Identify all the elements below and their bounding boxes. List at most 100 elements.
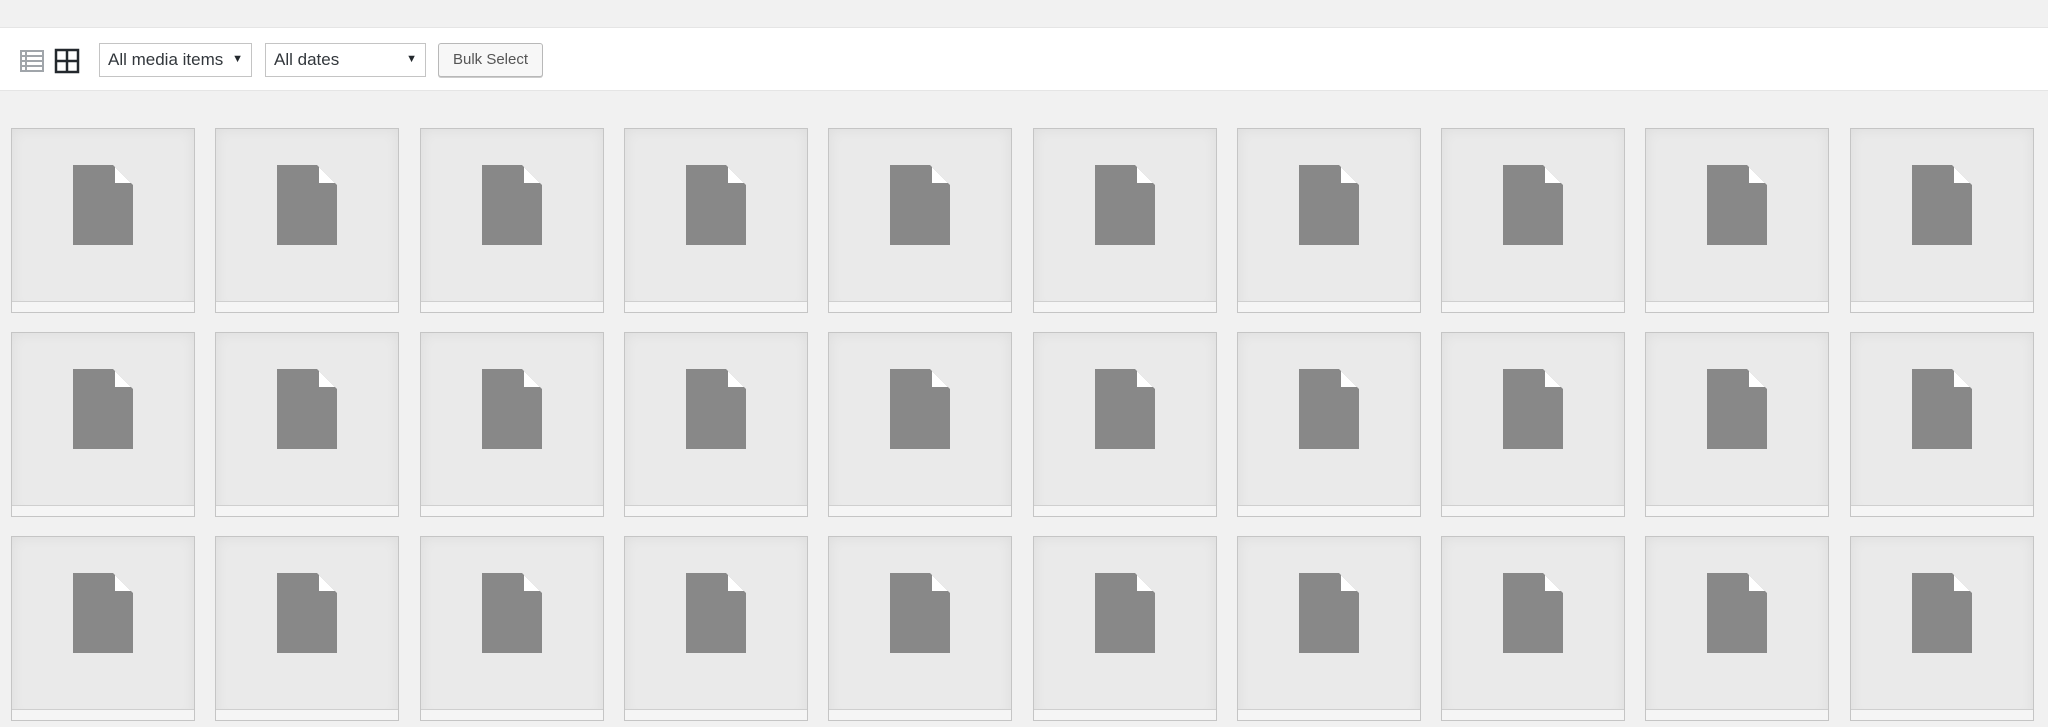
media-item[interactable] [1850, 332, 2034, 517]
media-item[interactable] [420, 332, 604, 517]
media-item-caption-bar [12, 301, 194, 312]
media-item-caption-bar [216, 301, 398, 312]
media-item-caption-bar [421, 505, 603, 516]
media-item[interactable] [1237, 536, 1421, 721]
media-item[interactable] [1441, 536, 1625, 721]
media-item-caption-bar [1034, 301, 1216, 312]
document-icon [1912, 369, 1972, 449]
media-item[interactable] [1033, 332, 1217, 517]
media-item[interactable] [1645, 332, 1829, 517]
media-item-caption-bar [829, 505, 1011, 516]
media-item-caption-bar [829, 709, 1011, 720]
media-item[interactable] [11, 536, 195, 721]
document-icon [482, 573, 542, 653]
media-item[interactable] [11, 128, 195, 313]
media-item-caption-bar [625, 709, 807, 720]
media-item[interactable] [828, 536, 1012, 721]
media-item-caption-bar [1646, 301, 1828, 312]
media-item-caption-bar [1851, 505, 2033, 516]
document-icon [482, 165, 542, 245]
document-icon [277, 573, 337, 653]
document-icon [277, 165, 337, 245]
media-type-filter-value: All media items [108, 50, 224, 69]
chevron-down-icon: ▼ [406, 53, 417, 65]
grid-view-icon[interactable] [54, 48, 80, 74]
media-item-caption-bar [625, 301, 807, 312]
media-item[interactable] [1033, 536, 1217, 721]
document-icon [686, 165, 746, 245]
media-item[interactable] [624, 128, 808, 313]
media-item[interactable] [828, 128, 1012, 313]
media-item-caption-bar [421, 301, 603, 312]
media-item[interactable] [1645, 536, 1829, 721]
media-type-filter-select[interactable]: All media items ▼ [99, 43, 252, 77]
document-icon [1707, 573, 1767, 653]
media-item[interactable] [1645, 128, 1829, 313]
media-item-caption-bar [421, 709, 603, 720]
bulk-select-button[interactable]: Bulk Select [438, 43, 543, 77]
document-icon [1095, 165, 1155, 245]
document-icon [1707, 369, 1767, 449]
media-item[interactable] [1850, 128, 2034, 313]
media-item-caption-bar [1442, 301, 1624, 312]
document-icon [890, 165, 950, 245]
media-item-caption-bar [1238, 505, 1420, 516]
media-item-caption-bar [1646, 709, 1828, 720]
media-item[interactable] [1033, 128, 1217, 313]
media-item-caption-bar [829, 301, 1011, 312]
document-icon [686, 573, 746, 653]
document-icon [482, 369, 542, 449]
media-item-caption-bar [1238, 301, 1420, 312]
media-item[interactable] [420, 536, 604, 721]
document-icon [686, 369, 746, 449]
media-item-caption-bar [1034, 709, 1216, 720]
media-item-caption-bar [1442, 709, 1624, 720]
media-item[interactable] [420, 128, 604, 313]
media-item[interactable] [1441, 332, 1625, 517]
media-item[interactable] [215, 536, 399, 721]
media-item[interactable] [11, 332, 195, 517]
media-item-caption-bar [12, 505, 194, 516]
media-item-caption-bar [1851, 301, 2033, 312]
date-filter-value: All dates [274, 50, 340, 69]
document-icon [1299, 369, 1359, 449]
chevron-down-icon: ▼ [232, 53, 243, 65]
media-item-caption-bar [1238, 709, 1420, 720]
document-icon [1503, 573, 1563, 653]
media-item[interactable] [215, 128, 399, 313]
document-icon [1503, 369, 1563, 449]
document-icon [1912, 573, 1972, 653]
media-item-caption-bar [1646, 505, 1828, 516]
document-icon [1503, 165, 1563, 245]
media-item-caption-bar [1442, 505, 1624, 516]
document-icon [1095, 369, 1155, 449]
media-item[interactable] [828, 332, 1012, 517]
document-icon [73, 165, 133, 245]
document-icon [1299, 165, 1359, 245]
document-icon [1707, 165, 1767, 245]
media-item[interactable] [215, 332, 399, 517]
media-item[interactable] [624, 536, 808, 721]
media-item[interactable] [1850, 536, 2034, 721]
document-icon [1912, 165, 1972, 245]
media-toolbar: All media items ▼ All dates ▼ Bulk Selec… [0, 27, 2048, 91]
date-filter-select[interactable]: All dates ▼ [265, 43, 426, 77]
media-item-caption-bar [625, 505, 807, 516]
document-icon [1095, 573, 1155, 653]
document-icon [890, 369, 950, 449]
document-icon [277, 369, 337, 449]
document-icon [890, 573, 950, 653]
media-item-caption-bar [216, 505, 398, 516]
document-icon [73, 573, 133, 653]
media-item[interactable] [1441, 128, 1625, 313]
media-item-caption-bar [216, 709, 398, 720]
media-item[interactable] [1237, 332, 1421, 517]
document-icon [1299, 573, 1359, 653]
media-item[interactable] [624, 332, 808, 517]
list-view-icon[interactable] [19, 48, 45, 74]
document-icon [73, 369, 133, 449]
media-grid [11, 128, 2035, 727]
media-item[interactable] [1237, 128, 1421, 313]
media-item-caption-bar [12, 709, 194, 720]
media-item-caption-bar [1851, 709, 2033, 720]
